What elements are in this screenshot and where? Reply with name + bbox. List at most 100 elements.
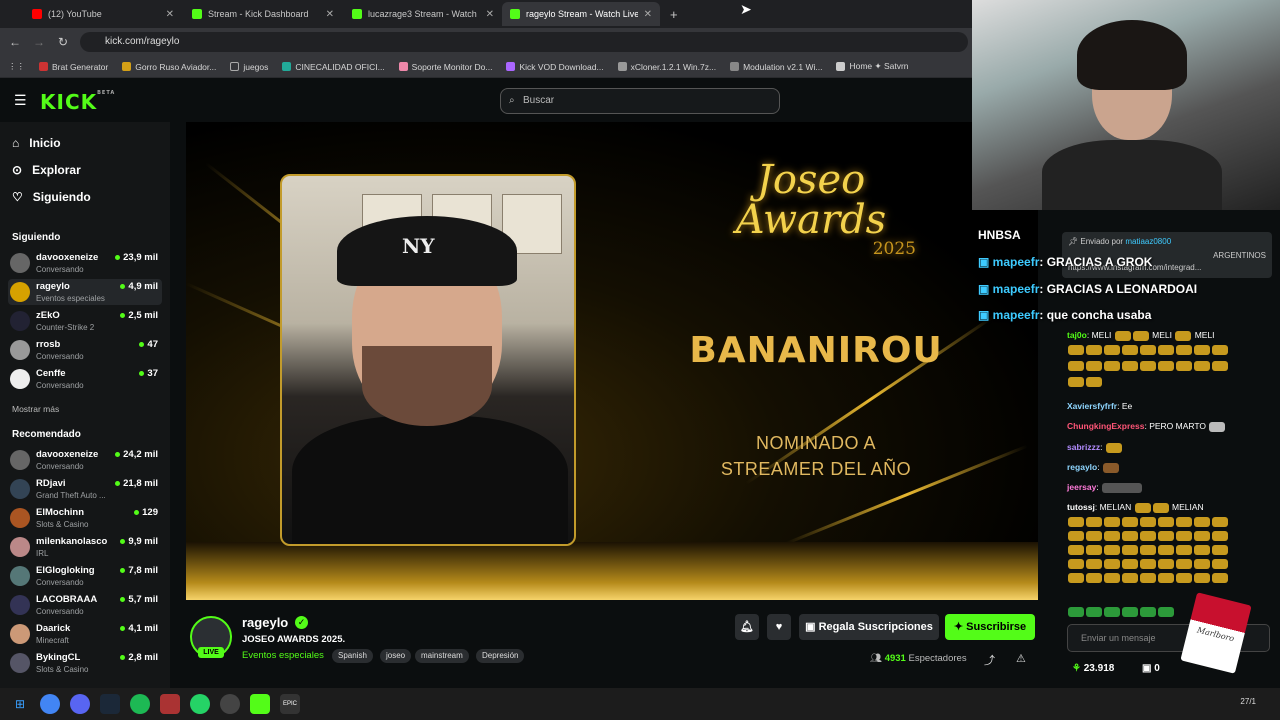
award-logo: Joseo Awards 2025 bbox=[735, 157, 916, 259]
report-icon[interactable]: ⚠ bbox=[1016, 652, 1026, 665]
streamer-webcam bbox=[972, 0, 1280, 210]
bookmark-item[interactable]: Soporte Monitor Do... bbox=[398, 62, 492, 72]
chrome-icon[interactable] bbox=[40, 694, 60, 714]
bookmark-item[interactable]: Brat Generator bbox=[39, 62, 108, 72]
obs-icon[interactable] bbox=[220, 694, 240, 714]
bell-icon: 🔔︎ bbox=[740, 621, 754, 633]
spotify-icon[interactable] bbox=[130, 694, 150, 714]
notification-bell-button[interactable]: 🔔︎ bbox=[735, 614, 759, 640]
sidebar-channel[interactable]: zEkO Counter-Strike 2 2,5 mil bbox=[8, 308, 162, 334]
viewer-count: 👥︎ 4931 Espectadores bbox=[870, 653, 967, 664]
tag[interactable]: Spanish bbox=[332, 649, 373, 663]
whatsapp-icon[interactable] bbox=[190, 694, 210, 714]
chat-message: taj0o: MELI MELI MELI bbox=[1067, 330, 1215, 341]
gift-counter[interactable]: ▣ 0 bbox=[1142, 663, 1160, 674]
forward-icon[interactable]: → bbox=[27, 35, 51, 49]
youtube-icon bbox=[32, 9, 42, 19]
sidebar-channel-selected[interactable]: rageylo Eventos especiales 4,9 mil bbox=[8, 279, 162, 305]
windows-start-icon[interactable]: ⊞ bbox=[10, 694, 30, 714]
sidebar-channel[interactable]: davooxeneize Conversando 23,9 mil bbox=[8, 250, 162, 276]
discord-icon[interactable] bbox=[70, 694, 90, 714]
bookmark-item[interactable]: Gorro Ruso Aviador... bbox=[122, 62, 216, 72]
tab-title: rageylo Stream - Watch Live bbox=[526, 9, 638, 19]
sidebar-channel[interactable]: Daarick Minecraft 4,1 mil bbox=[8, 621, 162, 647]
new-tab-button[interactable]: + bbox=[662, 2, 682, 26]
subscribe-button[interactable]: ✦ Suscribirse bbox=[945, 614, 1035, 640]
channel-name[interactable]: rageylo bbox=[242, 615, 288, 630]
bookmark-item[interactable]: xCloner.1.2.1 Win.7z... bbox=[617, 62, 716, 72]
chat-emote-row bbox=[1067, 516, 1229, 527]
sidebar-channel[interactable]: ElGlogloking Conversando 7,8 mil bbox=[8, 563, 162, 589]
search-input[interactable]: Buscar bbox=[500, 88, 780, 114]
tab-title: (12) YouTube bbox=[48, 9, 102, 19]
avatar bbox=[10, 479, 30, 499]
tag[interactable]: Depresión bbox=[476, 649, 525, 663]
tag[interactable]: mainstream bbox=[415, 649, 469, 663]
follow-button[interactable]: ♥ bbox=[767, 614, 791, 640]
steam-icon[interactable] bbox=[100, 694, 120, 714]
sidebar-channel[interactable]: ElMochinn Slots & Casino 129 bbox=[8, 505, 162, 531]
sidebar-channel[interactable]: RDjavi Grand Theft Auto ... 21,8 mil bbox=[8, 476, 162, 502]
share-icon[interactable]: ⤴ bbox=[984, 652, 995, 668]
nav-inicio[interactable]: ⌂ Inicio bbox=[12, 136, 61, 150]
bookmark-item[interactable]: Kick VOD Download... bbox=[506, 62, 604, 72]
avatar bbox=[10, 595, 30, 615]
chat-emote-row bbox=[1067, 360, 1229, 371]
emote-bar[interactable] bbox=[1067, 606, 1175, 617]
sidebar-channel[interactable]: milenkanolasco IRL 9,9 mil bbox=[8, 534, 162, 560]
close-icon[interactable]: ✕ bbox=[486, 9, 494, 20]
kick-icon: ▣ bbox=[978, 308, 993, 322]
avatar bbox=[10, 369, 30, 389]
nominee-category: NOMINADO A STREAMER DEL AÑO bbox=[720, 433, 912, 479]
app-icon[interactable] bbox=[160, 694, 180, 714]
browser-tab-rageylo[interactable]: rageylo Stream - Watch Live ✕ bbox=[502, 2, 660, 26]
epic-games-icon[interactable]: EPIC bbox=[280, 694, 300, 714]
nav-explorar[interactable]: ⊙ Explorar bbox=[12, 163, 81, 177]
avatar bbox=[10, 282, 30, 302]
bookmark-item[interactable]: Home ✦ Satvrn bbox=[836, 61, 909, 72]
video-player[interactable]: NY Joseo Awards 2025 BANANIROU NOMINADO … bbox=[186, 122, 1038, 600]
kick-app-icon[interactable] bbox=[250, 694, 270, 714]
tag[interactable]: joseo bbox=[380, 649, 412, 663]
avatar bbox=[10, 566, 30, 586]
stream-title: JOSEO AWARDS 2025. bbox=[242, 634, 346, 645]
bookmark-item[interactable]: CINECALIDAD OFICI... bbox=[282, 62, 385, 72]
sidebar-channel[interactable]: rrosb Conversando 47 bbox=[8, 337, 162, 363]
browser-tab-lucazrage3[interactable]: lucazrage3 Stream - Watch Live ✕ bbox=[344, 2, 502, 26]
gift-subs-button[interactable]: ▣ Regala Suscripciones bbox=[799, 614, 939, 640]
chat-message: Xaviersfyfrfr: Ee bbox=[1067, 401, 1133, 411]
apps-icon[interactable]: ⋮⋮ bbox=[8, 61, 25, 72]
bookmark-item[interactable]: Modulation v2.1 Wi... bbox=[730, 62, 822, 72]
sidebar-channel[interactable]: LACOBRAAA Conversando 5,7 mil bbox=[8, 592, 162, 618]
gift-icon: ▣ bbox=[805, 621, 819, 633]
bookmark-item[interactable]: juegos bbox=[230, 62, 268, 72]
overlay-message: ▣ mapeefr: GRACIAS A LEONARDOAI bbox=[978, 282, 1198, 296]
sidebar-channel[interactable]: BykingCL Slots & Casino 2,8 mil bbox=[8, 650, 162, 676]
chat-emote-row bbox=[1067, 530, 1229, 541]
cap-logo: NY bbox=[402, 234, 435, 258]
address-bar[interactable]: kick.com/rageylo bbox=[80, 32, 968, 52]
star-icon: ✦ bbox=[953, 621, 967, 633]
close-icon[interactable]: ✕ bbox=[326, 9, 334, 20]
verified-icon: ✓ bbox=[295, 616, 308, 629]
show-more-link[interactable]: Mostrar más bbox=[12, 404, 59, 414]
menu-icon[interactable]: ☰ bbox=[14, 92, 27, 109]
kick-logo[interactable]: KICKBETA bbox=[40, 90, 115, 114]
kick-icon bbox=[192, 9, 202, 19]
channel-points[interactable]: ⚘ 23.918 bbox=[1072, 663, 1114, 674]
stream-category[interactable]: Eventos especiales bbox=[242, 650, 324, 661]
nominee-name: BANANIROU bbox=[689, 330, 943, 371]
chat-emote-row bbox=[1067, 376, 1103, 387]
browser-tab-dashboard[interactable]: Stream - Kick Dashboard ✕ bbox=[184, 2, 342, 26]
system-clock[interactable]: 27/1 bbox=[1240, 697, 1256, 706]
windows-taskbar: ⊞ EPIC 27/1 bbox=[0, 688, 1280, 720]
sidebar: ⌂ Inicio ⊙ Explorar ♡ Siguiendo Siguiendo d… bbox=[0, 122, 170, 688]
back-icon[interactable]: ← bbox=[3, 35, 27, 49]
reload-icon[interactable]: ↻ bbox=[51, 35, 75, 49]
close-icon[interactable]: ✕ bbox=[166, 9, 174, 20]
close-icon[interactable]: ✕ bbox=[644, 9, 652, 20]
sidebar-channel[interactable]: davooxeneize Conversando 24,2 mil bbox=[8, 447, 162, 473]
sidebar-channel[interactable]: Cenffe Conversando 37 bbox=[8, 366, 162, 392]
nav-siguiendo[interactable]: ♡ Siguiendo bbox=[12, 190, 91, 204]
browser-tab-youtube[interactable]: (12) YouTube ✕ bbox=[24, 2, 182, 26]
